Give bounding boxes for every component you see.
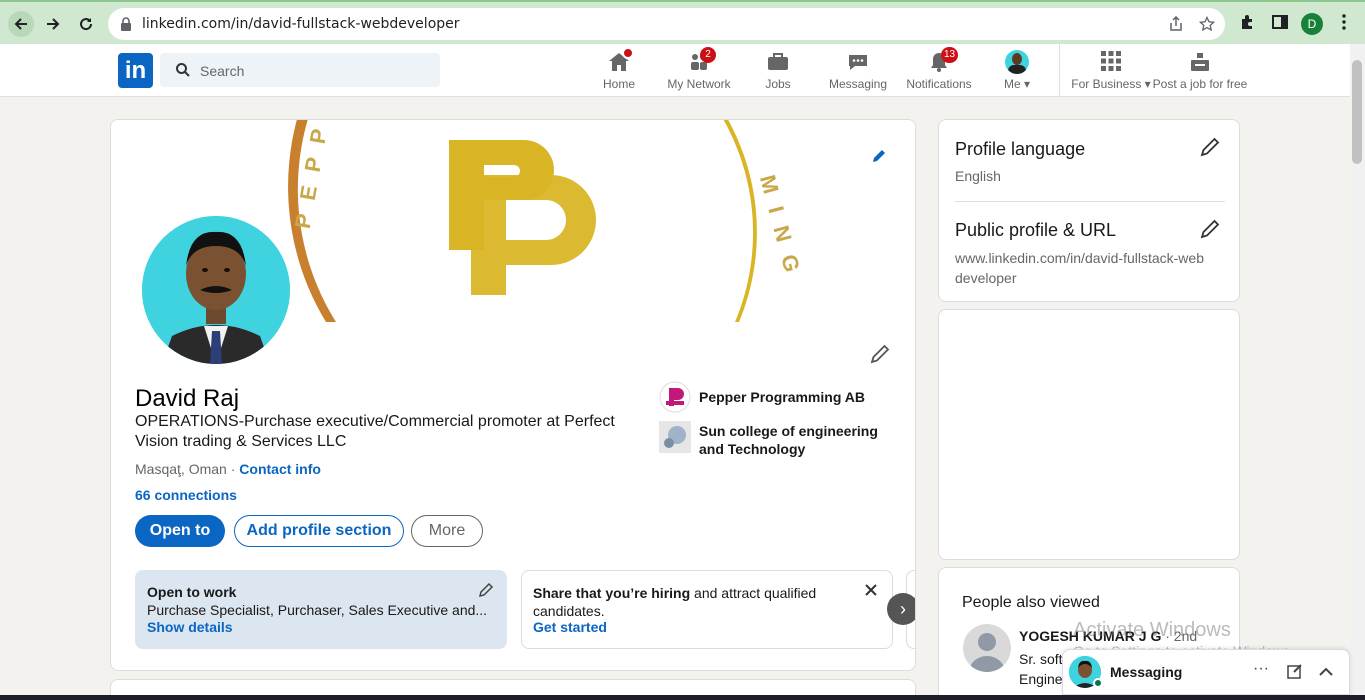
chevron-up-icon[interactable] (1318, 665, 1334, 677)
home-notification-dot (622, 47, 634, 59)
public-profile-title: Public profile & URL (955, 220, 1117, 240)
messaging-label: Messaging (1110, 664, 1183, 680)
more-options-icon[interactable]: ··· (1253, 660, 1269, 678)
svg-text:MING: MING (755, 172, 809, 288)
pepper-programming-logo[interactable] (659, 381, 691, 413)
contact-info-link[interactable]: Contact info (239, 461, 321, 477)
linkedin-header: in Search Home 2 My Network Jobs Messagi… (0, 44, 1350, 97)
person-title-line1: Sr. soft (1019, 651, 1063, 667)
open-to-work-card[interactable]: Open to work Purchase Specialist, Purcha… (135, 570, 507, 649)
network-badge: 2 (700, 47, 716, 63)
search-input[interactable]: Search (160, 53, 440, 87)
scrollbar-thumb[interactable] (1352, 60, 1362, 164)
profile-location: Masqaţ, Oman · Contact info (135, 461, 321, 477)
profile-language-value: English (955, 168, 1001, 184)
open-to-button[interactable]: Open to (135, 515, 225, 547)
edit-banner-pencil-icon[interactable] (871, 148, 887, 164)
ad-placeholder-card (938, 309, 1240, 560)
public-profile-url: www.linkedin.com/in/david-fullstack-webd… (955, 250, 1204, 286)
apps-grid-icon (1101, 51, 1121, 71)
online-status-dot (1093, 678, 1103, 688)
nav-messaging[interactable]: Messaging (828, 50, 888, 91)
back-icon[interactable] (8, 11, 34, 37)
share-icon[interactable] (1168, 16, 1184, 32)
nav-jobs[interactable]: Jobs (762, 50, 794, 91)
nav-home-label: Home (602, 77, 635, 91)
hiring-text: Share that you’re hiring and attract qua… (533, 585, 817, 619)
me-avatar (1005, 50, 1029, 74)
notifications-badge: 13 (941, 47, 959, 63)
page-scrollbar[interactable] (1350, 44, 1365, 700)
person-title-line2: Engine (1019, 671, 1063, 687)
open-to-work-roles: Purchase Specialist, Purchaser, Sales Ex… (147, 602, 488, 618)
profile-photo-image (142, 216, 290, 364)
chrome-menu-icon[interactable] (1337, 13, 1351, 31)
more-button[interactable]: More (411, 515, 483, 547)
caret-down-icon: ▾ (1023, 77, 1031, 91)
browser-toolbar: linkedin.com/in/david-fullstack-webdevel… (0, 0, 1365, 44)
profile-card: PEPP MING David Raj OPERATIONS-Purchase … (110, 119, 916, 671)
nav-post-job-label: Post a job for free (1152, 77, 1248, 91)
bookmark-star-icon[interactable] (1199, 16, 1215, 32)
open-to-work-title: Open to work (147, 584, 237, 600)
linkedin-logo[interactable]: in (118, 53, 153, 88)
nav-post-job[interactable]: Post a job for free (1152, 50, 1248, 91)
get-started-link[interactable]: Get started (533, 619, 607, 635)
browser-profile-avatar[interactable]: D (1301, 13, 1323, 35)
close-icon[interactable] (864, 583, 878, 597)
nav-notifications-label: Notifications (906, 77, 972, 91)
edit-intro-pencil-icon[interactable] (869, 343, 891, 365)
edit-open-to-work-pencil-icon[interactable] (478, 582, 494, 598)
profile-photo[interactable] (139, 213, 293, 367)
search-icon (176, 63, 190, 77)
side-panel-icon[interactable] (1271, 13, 1289, 31)
messaging-overlay[interactable]: Messaging ··· (1062, 649, 1350, 695)
hiring-card[interactable]: Share that you’re hiring and attract qua… (521, 570, 893, 649)
nav-for-business-label: For Business ▾ (1071, 77, 1151, 91)
edit-url-pencil-icon[interactable] (1199, 218, 1221, 240)
sun-college-logo[interactable] (659, 421, 691, 453)
people-also-viewed-title: People also viewed (962, 594, 1100, 611)
person-avatar[interactable] (963, 624, 1011, 672)
carousel-next-button[interactable]: › (887, 593, 915, 625)
reload-icon[interactable] (73, 11, 99, 37)
nav-my-network-label: My Network (667, 77, 731, 91)
briefcase-icon (768, 53, 788, 70)
windows-watermark-title: Activate Windows (1073, 619, 1231, 641)
address-bar[interactable]: linkedin.com/in/david-fullstack-webdevel… (108, 8, 1225, 40)
nav-messaging-label: Messaging (828, 77, 888, 91)
post-job-icon (1191, 53, 1209, 71)
show-details-link[interactable]: Show details (147, 619, 233, 635)
connections-link[interactable]: 66 connections (135, 487, 237, 503)
messaging-icon (849, 55, 867, 70)
header-divider (1059, 44, 1060, 96)
divider (955, 201, 1225, 202)
company-pepper-programming[interactable]: Pepper Programming AB (699, 389, 865, 405)
school-sun-college[interactable]: Sun college of engineering and Technolog… (699, 422, 889, 458)
nav-my-network[interactable]: 2 My Network (664, 47, 734, 91)
profile-headline: OPERATIONS-Purchase executive/Commercial… (135, 413, 615, 450)
nav-me[interactable]: Me ▾ (1000, 50, 1034, 91)
forward-icon[interactable] (40, 11, 66, 37)
profile-settings-card: Profile language English Public profile … (938, 119, 1240, 302)
nav-jobs-label: Jobs (765, 77, 791, 91)
edit-language-pencil-icon[interactable] (1199, 136, 1221, 158)
lock-icon (121, 17, 131, 31)
nav-home[interactable]: Home (598, 47, 640, 91)
caret-down-icon: ▾ (1144, 77, 1151, 91)
windows-taskbar (0, 695, 1365, 700)
nav-notifications[interactable]: 13 Notifications (904, 47, 974, 91)
url-text: linkedin.com/in/david-fullstack-webdevel… (142, 16, 460, 32)
compose-icon[interactable] (1287, 663, 1303, 679)
nav-me-label: Me ▾ (1003, 77, 1031, 91)
add-profile-section-button[interactable]: Add profile section (234, 515, 404, 547)
extensions-icon[interactable] (1239, 13, 1257, 31)
profile-name: David Raj (135, 385, 240, 412)
chevron-right-icon: › (900, 598, 906, 619)
search-placeholder: Search (200, 63, 245, 79)
profile-language-title: Profile language (955, 139, 1086, 159)
nav-for-business[interactable]: For Business ▾ (1070, 50, 1152, 91)
